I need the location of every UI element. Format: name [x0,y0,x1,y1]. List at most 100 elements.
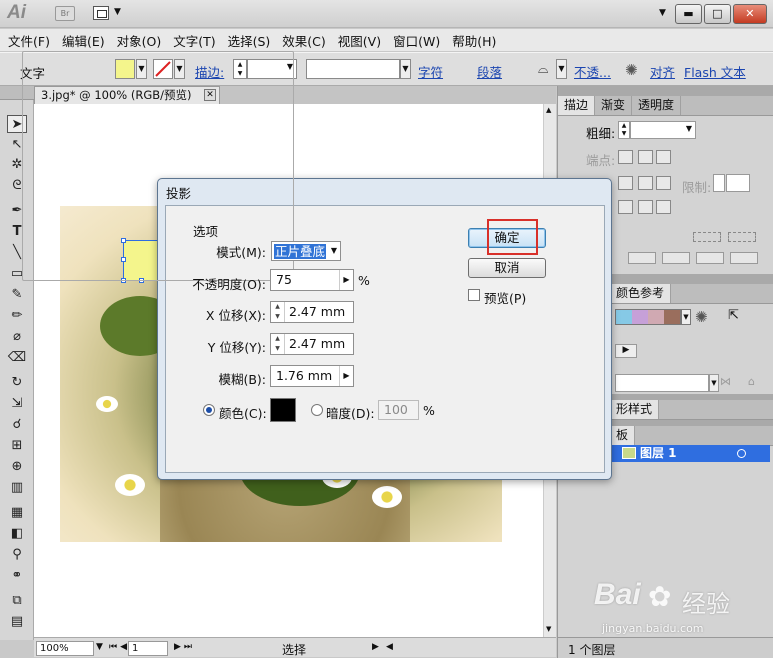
hscroll-left-icon[interactable]: ◀ [386,642,393,652]
opacity-field[interactable]: 75 ▶ [270,269,354,291]
layer-target-icon[interactable] [737,449,746,458]
cancel-button[interactable]: 取消 [468,258,546,278]
layer-name[interactable]: 图层 1 [640,446,677,460]
shape-builder-tool-icon[interactable]: ⊕ [7,458,27,476]
save-group-icon[interactable]: ⇱ [728,308,739,323]
zoom-dropdown-icon[interactable]: ▼ [96,642,103,652]
chevron-down-icon[interactable]: ▼ [114,7,121,17]
weight-spinner[interactable]: ▲ ▼ [618,121,630,139]
artboard-prev-icon[interactable]: ⏮◀ [109,642,130,652]
darkness-label[interactable]: 暗度(D): [326,403,375,422]
opacity-link[interactable]: 不透... [574,62,611,81]
paintbrush-tool-icon[interactable]: ✎ [7,286,27,304]
menu-help[interactable]: 帮助(H) [448,31,504,50]
dash-field[interactable] [628,252,656,264]
shadow-color-swatch[interactable] [270,398,296,422]
tab-transparency[interactable]: 透明度 [632,96,682,115]
x-offset-spinner[interactable]: ▲ ▼ [271,302,285,322]
eyedropper-tool-icon[interactable]: ⚲ [7,546,27,564]
envelope-dropdown[interactable]: ▼ [556,59,567,79]
artboard-number-field[interactable]: 1 [128,641,168,656]
round-join-button[interactable] [638,176,653,190]
bevel-join-button[interactable] [656,176,671,190]
tab-graphic-styles[interactable]: 形样式 [610,400,660,419]
mesh-tool-icon[interactable]: ▦ [7,504,27,522]
menu-view[interactable]: 视图(V) [334,31,389,50]
eraser-tool-icon[interactable]: ⌫ [7,349,27,367]
envelope-icon[interactable]: ⌓ [538,62,548,77]
scroll-up-icon[interactable]: ▲ [546,106,551,114]
blur-arrow-icon[interactable]: ▶ [339,366,353,386]
rotate-tool-icon[interactable]: ↻ [7,374,27,392]
tab-artboards[interactable]: 板 [610,426,636,445]
menu-file[interactable]: 文件(F) [4,31,58,50]
gap-field[interactable] [730,252,758,264]
dash-preview[interactable] [728,232,756,242]
artboard-next-icon[interactable]: ▶⏭ [174,642,195,652]
color-label[interactable]: 颜色(C): [219,403,267,422]
swatch-arrow-button[interactable]: ▶ [615,344,637,358]
weight-field[interactable]: ▼ [630,121,696,139]
workspace-dropdown-icon[interactable]: ▼ [659,8,666,18]
gap-field[interactable] [662,252,690,264]
paragraph-link[interactable]: 段落 [477,62,502,81]
limit-field[interactable] [726,174,750,192]
recolor-artwork-icon[interactable]: ✺ [695,308,708,326]
blur-field[interactable]: 1.76 mm ▶ [270,365,354,387]
align-stroke-outside-button[interactable] [656,200,671,214]
status-menu-icon[interactable]: ▶ [372,642,379,652]
dash-field[interactable] [696,252,724,264]
bridge-button[interactable]: Br [55,6,75,21]
minimize-button[interactable]: ▬ [675,4,702,24]
limit-spinner[interactable] [713,174,725,192]
zoom-field[interactable]: 100% [36,641,94,656]
harmony-dropdown[interactable]: ▼ [681,309,691,325]
style-dropdown[interactable]: ▼ [709,374,719,392]
menu-window[interactable]: 窗口(W) [389,31,448,50]
color-radio[interactable] [203,404,215,416]
mode-select[interactable]: 正片叠底 ▼ [271,241,341,261]
panel-dock-header[interactable] [558,86,773,96]
graph-tool-icon[interactable]: ▥ [7,479,27,497]
align-link[interactable]: 对齐 [650,62,675,81]
menu-type[interactable]: 文字(T) [169,31,223,50]
menu-effect[interactable]: 效果(C) [278,31,333,50]
align-stroke-center-button[interactable] [618,200,633,214]
character-link[interactable]: 字符 [418,62,443,81]
tab-gradient[interactable]: 渐变 [595,96,633,115]
miter-join-button[interactable] [618,176,633,190]
preview-label[interactable]: 预览(P) [484,288,526,307]
recolor-icon[interactable]: ✺ [625,61,638,79]
menu-select[interactable]: 选择(S) [224,31,279,50]
darkness-radio[interactable] [311,404,323,416]
blob-brush-tool-icon[interactable]: ⌀ [7,328,27,346]
darkness-field[interactable]: 100 [378,400,419,420]
scale-tool-icon[interactable]: ⇲ [7,395,27,413]
butt-cap-button[interactable] [618,150,633,164]
round-cap-button[interactable] [638,150,653,164]
tab-color-guide[interactable]: 颜色参考 [610,284,672,303]
status-text[interactable]: 选择 [282,641,306,658]
maximize-button[interactable]: □ [703,4,731,24]
slice-tool-icon[interactable]: ▤ [7,613,27,631]
opacity-arrow-icon[interactable]: ▶ [339,270,353,290]
menu-edit[interactable]: 编辑(E) [58,31,113,50]
dash-preview[interactable] [693,232,721,242]
arrange-documents-icon[interactable] [93,6,109,20]
free-transform-tool-icon[interactable]: ⊞ [7,437,27,455]
close-button[interactable]: ✕ [732,4,767,24]
gradient-tool-icon[interactable]: ◧ [7,525,27,543]
layer-row[interactable]: 图层 1 [612,445,770,462]
square-cap-button[interactable] [656,150,671,164]
artboard-tool-icon[interactable]: ⧉ [7,592,27,610]
preview-checkbox[interactable] [468,289,480,301]
y-offset-field[interactable]: ▲ ▼ 2.47 mm [270,333,354,355]
y-offset-spinner[interactable]: ▲ ▼ [271,334,285,354]
x-offset-field[interactable]: ▲ ▼ 2.47 mm [270,301,354,323]
menu-object[interactable]: 对象(O) [113,31,170,50]
flash-text-link[interactable]: Flash 文本 [684,62,746,81]
font-family-field[interactable] [306,59,400,79]
align-stroke-inside-button[interactable] [638,200,653,214]
font-family-dropdown[interactable]: ▼ [400,59,411,79]
harmony-swatch[interactable] [615,309,681,325]
